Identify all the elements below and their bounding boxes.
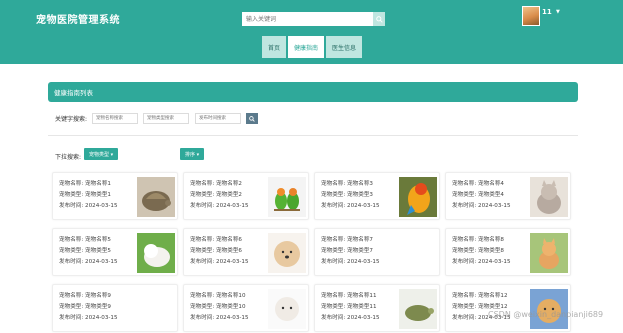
publish-date: 发布时间: 2024-03-15: [321, 203, 380, 209]
pet-type: 宠物类型: 宠物类型7: [321, 248, 373, 254]
pet-thumbnail[interactable]: [530, 233, 568, 273]
main-nav: 首页 健康指南 医生信息: [262, 36, 364, 58]
pet-name: 宠物名称: 宠物名称1: [59, 181, 111, 187]
pet-thumbnail[interactable]: [530, 177, 568, 217]
pet-type: 宠物类型: 宠物类型12: [452, 304, 508, 310]
pet-card[interactable]: 宠物名称: 宠物名称10 宠物类型: 宠物类型10 发布时间: 2024-03-15: [183, 284, 309, 332]
pet-type: 宠物类型: 宠物类型9: [59, 304, 111, 310]
publish-date: 发布时间: 2024-03-15: [321, 259, 380, 265]
pet-name: 宠物名称: 宠物名称4: [452, 181, 504, 187]
pet-type: 宠物类型: 宠物类型3: [321, 192, 373, 198]
pet-card[interactable]: 宠物名称: 宠物名称8 宠物类型: 宠物类型8 发布时间: 2024-03-15: [445, 228, 571, 276]
pet-name: 宠物名称: 宠物名称9: [59, 293, 111, 299]
pet-card[interactable]: 宠物名称: 宠物名称7 宠物类型: 宠物类型7 发布时间: 2024-03-15: [314, 228, 440, 276]
chevron-down-icon[interactable]: ▼: [556, 9, 560, 15]
pet-card[interactable]: 宠物名称: 宠物名称9 宠物类型: 宠物类型9 发布时间: 2024-03-15: [52, 284, 178, 332]
pet-card[interactable]: 宠物名称: 宠物名称1 宠物类型: 宠物类型1 发布时间: 2024-03-15: [52, 172, 178, 220]
pet-name: 宠物名称: 宠物名称12: [452, 293, 508, 299]
publish-date: 发布时间: 2024-03-15: [452, 259, 511, 265]
pet-name: 宠物名称: 宠物名称6: [190, 237, 242, 243]
search-button[interactable]: [373, 12, 385, 26]
filter-divider: [48, 135, 578, 136]
dropdown-search-label: 下拉搜索:: [55, 154, 82, 161]
nav-item-home[interactable]: 首页: [262, 36, 287, 58]
pet-name: 宠物名称: 宠物名称8: [452, 237, 504, 243]
keyword-search-button[interactable]: [246, 113, 258, 124]
publish-date: 发布时间: 2024-03-15: [321, 315, 380, 321]
pet-type: 宠物类型: 宠物类型10: [190, 304, 246, 310]
pet-name: 宠物名称: 宠物名称10: [190, 293, 246, 299]
pet-type: 宠物类型: 宠物类型2: [190, 192, 242, 198]
pet-thumbnail[interactable]: [530, 289, 568, 329]
pet-type: 宠物类型: 宠物类型6: [190, 248, 242, 254]
publish-date: 发布时间: 2024-03-15: [190, 203, 249, 209]
publish-date: 发布时间: 2024-03-15: [190, 259, 249, 265]
pet-card[interactable]: 宠物名称: 宠物名称5 宠物类型: 宠物类型5 发布时间: 2024-03-15: [52, 228, 178, 276]
pet-type-dropdown[interactable]: 宠物类型 ▾: [84, 148, 119, 160]
pet-card[interactable]: 宠物名称: 宠物名称6 宠物类型: 宠物类型6 发布时间: 2024-03-15: [183, 228, 309, 276]
avatar[interactable]: [522, 6, 540, 26]
pet-card[interactable]: 宠物名称: 宠物名称4 宠物类型: 宠物类型4 发布时间: 2024-03-15: [445, 172, 571, 220]
pet-name: 宠物名称: 宠物名称11: [321, 293, 377, 299]
pet-card[interactable]: 宠物名称: 宠物名称12 宠物类型: 宠物类型12 发布时间: 2024-03-15: [445, 284, 571, 332]
publish-date: 发布时间: 2024-03-15: [190, 315, 249, 321]
pet-card[interactable]: 宠物名称: 宠物名称2 宠物类型: 宠物类型2 发布时间: 2024-03-15: [183, 172, 309, 220]
pet-thumbnail[interactable]: [137, 233, 175, 273]
pet-type: 宠物类型: 宠物类型8: [452, 248, 504, 254]
pet-name-search-input[interactable]: [92, 113, 138, 124]
pet-thumbnail[interactable]: [268, 177, 306, 217]
pet-thumbnail[interactable]: [399, 289, 437, 329]
publish-date: 发布时间: 2024-03-15: [59, 203, 118, 209]
watermark: CSDN @weixin_danpianji689: [488, 310, 604, 319]
publish-date: 发布时间: 2024-03-15: [452, 203, 511, 209]
publish-time-search-input[interactable]: [195, 113, 241, 124]
pet-type: 宠物类型: 宠物类型11: [321, 304, 377, 310]
user-name[interactable]: 11: [542, 8, 552, 16]
header-scallop-edge: [0, 61, 623, 67]
nav-item-doctor-info[interactable]: 医生信息: [326, 36, 363, 58]
publish-date: 发布时间: 2024-03-15: [59, 259, 118, 265]
pet-type: 宠物类型: 宠物类型4: [452, 192, 504, 198]
publish-date: 发布时间: 2024-03-15: [59, 315, 118, 321]
nav-item-health-guide[interactable]: 健康指南: [288, 36, 325, 58]
pet-name: 宠物名称: 宠物名称5: [59, 237, 111, 243]
pet-thumbnail[interactable]: [137, 177, 175, 217]
sort-dropdown[interactable]: 排序 ▾: [180, 148, 205, 160]
pet-card[interactable]: 宠物名称: 宠物名称3 宠物类型: 宠物类型3 发布时间: 2024-03-15: [314, 172, 440, 220]
panel-title: 健康指南列表: [48, 82, 578, 102]
pet-name: 宠物名称: 宠物名称3: [321, 181, 373, 187]
pet-thumbnail[interactable]: [399, 177, 437, 217]
pet-type: 宠物类型: 宠物类型1: [59, 192, 111, 198]
pet-card[interactable]: 宠物名称: 宠物名称11 宠物类型: 宠物类型11 发布时间: 2024-03-15: [314, 284, 440, 332]
pet-thumbnail[interactable]: [268, 233, 306, 273]
keyword-search-label: 关键字搜索:: [55, 116, 88, 123]
search-input[interactable]: [242, 12, 377, 26]
search-icon: [249, 115, 255, 122]
search-icon: [375, 15, 383, 23]
site-title: 宠物医院管理系统: [36, 15, 120, 26]
pet-name: 宠物名称: 宠物名称2: [190, 181, 242, 187]
pet-type-search-input[interactable]: [143, 113, 189, 124]
pet-type: 宠物类型: 宠物类型5: [59, 248, 111, 254]
pet-thumbnail[interactable]: [268, 289, 306, 329]
pet-name: 宠物名称: 宠物名称7: [321, 237, 373, 243]
